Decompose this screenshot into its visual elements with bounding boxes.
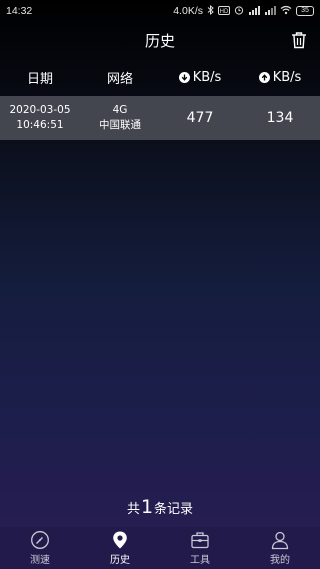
row-network-type: 4G	[112, 104, 128, 116]
net-speed: 4.0K/s	[173, 5, 203, 17]
col-header-date: 日期	[0, 68, 80, 87]
trash-icon	[292, 32, 306, 49]
row-date: 2020-03-05	[9, 104, 71, 116]
col-network-label: 网络	[106, 71, 133, 87]
download-arrow-icon	[178, 71, 190, 83]
record-count: 共 1 条记录	[0, 496, 320, 520]
hd-icon: HD	[218, 5, 230, 17]
status-time: 14:32	[6, 5, 33, 17]
nav-item-speedtest[interactable]: 测速	[0, 527, 80, 569]
alarm-icon	[234, 5, 244, 17]
nav-item-tools[interactable]: 工具	[160, 527, 240, 569]
nav-item-history[interactable]: 历史	[80, 527, 160, 569]
nav-label-tools: 工具	[190, 555, 210, 566]
col-header-network: 网络	[80, 68, 160, 87]
record-count-suffix: 条记录	[154, 502, 194, 517]
signal-4g-icon	[248, 5, 260, 17]
row-network: 4G 中国联通	[80, 103, 160, 133]
col-upload-label: KB/s	[272, 69, 302, 85]
upload-arrow-icon	[258, 71, 270, 83]
row-download: 477	[186, 110, 214, 126]
battery-indicator: 35	[296, 6, 314, 16]
clear-history-button[interactable]	[288, 29, 310, 51]
row-time: 10:46:51	[16, 119, 64, 131]
record-count-prefix: 共	[126, 502, 140, 517]
row-datetime: 2020-03-05 10:46:51	[0, 103, 80, 133]
nav-item-profile[interactable]: 我的	[240, 527, 320, 569]
nav-label-profile: 我的	[270, 555, 290, 566]
col-header-download: KB/s	[160, 70, 240, 85]
title-bar: 历史	[0, 22, 320, 58]
table-row[interactable]: 2020-03-05 10:46:51 4G 中国联通 477 134	[0, 96, 320, 140]
bluetooth-icon	[207, 4, 214, 17]
row-upload: 134	[266, 110, 294, 126]
col-download-label: KB/s	[192, 69, 222, 85]
user-icon	[271, 531, 289, 550]
speedometer-icon	[31, 531, 49, 549]
col-header-upload: KB/s	[240, 70, 320, 85]
status-bar: 14:32 4.0K/s HD 35	[0, 0, 320, 22]
location-pin-icon	[113, 531, 127, 549]
svg-text:HD: HD	[220, 9, 229, 15]
history-screen: 14:32 4.0K/s HD 35 历史 日期 网络 KB/s KB/s 20…	[0, 0, 320, 569]
nav-label-speedtest: 测速	[30, 555, 50, 566]
col-date-label: 日期	[26, 71, 53, 87]
row-carrier: 中国联通	[99, 119, 141, 131]
status-icons: 4.0K/s HD 35	[173, 4, 314, 17]
bottom-nav: 测速 历史 工具 我的	[0, 527, 320, 569]
wifi-icon	[280, 5, 292, 17]
toolbox-icon	[191, 532, 209, 549]
signal-4g-icon-2	[264, 5, 276, 17]
table-header: 日期 网络 KB/s KB/s	[0, 62, 320, 92]
record-count-number: 1	[140, 496, 154, 518]
nav-label-history: 历史	[110, 555, 130, 566]
page-title: 历史	[144, 31, 175, 50]
